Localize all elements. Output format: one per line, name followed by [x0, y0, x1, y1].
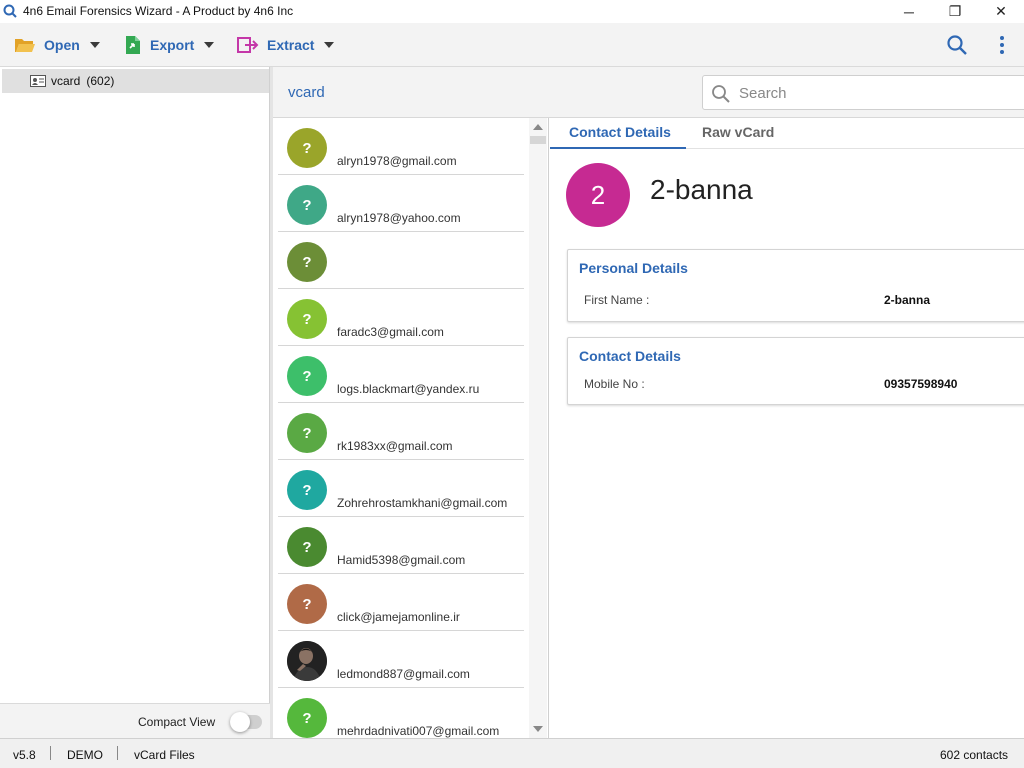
- folder-title: vcard: [288, 84, 325, 101]
- avatar: ?: [287, 584, 327, 624]
- contact-email: logs.blackmart@yandex.ru: [337, 382, 480, 396]
- list-scrollbar[interactable]: [529, 118, 547, 738]
- avatar: [287, 641, 327, 681]
- contact-count: 602 contacts: [940, 748, 1009, 762]
- contact-email: faradc3@gmail.com: [337, 325, 444, 339]
- folder-open-icon: [15, 39, 35, 52]
- avatar: ?: [287, 242, 327, 282]
- mobile-label: Mobile No :: [584, 377, 645, 391]
- list-item[interactable]: ? mehrdadnivati007@gmail.com: [278, 688, 524, 738]
- close-button[interactable]: ✕: [978, 0, 1024, 23]
- list-item[interactable]: ? rk1983xx@gmail.com: [278, 403, 524, 460]
- extract-button[interactable]: Extract: [237, 33, 335, 57]
- contact-avatar: 2: [566, 163, 630, 227]
- list-item[interactable]: ?: [278, 232, 524, 289]
- window-title: 4n6 Email Forensics Wizard - A Product b…: [23, 4, 294, 18]
- scroll-down-icon[interactable]: [533, 726, 543, 732]
- card-title: Contact Details: [579, 348, 681, 364]
- avatar: ?: [287, 413, 327, 453]
- mode-label: DEMO: [67, 748, 103, 762]
- contact-name: 2-banna: [650, 174, 753, 205]
- list-item[interactable]: ? Zohrehrostamkhani@gmail.com: [278, 460, 524, 517]
- export-button[interactable]: Export: [124, 33, 215, 57]
- search-input[interactable]: [739, 82, 1019, 104]
- avatar: ?: [287, 698, 327, 738]
- more-options-icon[interactable]: [996, 34, 1008, 56]
- maximize-button[interactable]: ❐: [932, 0, 978, 23]
- extract-label: Extract: [267, 37, 315, 53]
- contact-details-card: Contact Details Mobile No : 09357598940: [567, 337, 1024, 405]
- contact-email: mehrdadnivati007@gmail.com: [337, 724, 500, 738]
- first-name-label: First Name :: [584, 293, 650, 307]
- folder-tree-pane: vcard (602) Compact View: [0, 67, 270, 738]
- avatar: ?: [287, 356, 327, 396]
- contact-email: alryn1978@gmail.com: [337, 154, 457, 168]
- list-header: vcard: [273, 67, 1024, 118]
- tab-contact-details[interactable]: Contact Details: [569, 124, 671, 149]
- export-label: Export: [150, 37, 195, 53]
- scroll-up-icon[interactable]: [533, 124, 543, 130]
- extract-icon: [237, 37, 259, 53]
- personal-details-card: Personal Details First Name : 2-banna: [567, 249, 1024, 322]
- app-logo-icon: [3, 4, 17, 18]
- vcard-icon: [30, 75, 46, 87]
- avatar: ?: [287, 128, 327, 168]
- avatar: ?: [287, 185, 327, 225]
- active-tab-indicator: [550, 147, 686, 149]
- minimize-button[interactable]: ─: [886, 0, 932, 23]
- contact-email: click@jamejamonline.ir: [337, 610, 460, 624]
- contact-email: Zohrehrostamkhani@gmail.com: [337, 496, 508, 510]
- card-title: Personal Details: [579, 260, 688, 276]
- search-box[interactable]: [702, 75, 1024, 110]
- status-divider: [50, 746, 51, 760]
- file-type-label: vCard Files: [134, 748, 195, 762]
- contact-email: Hamid5398@gmail.com: [337, 553, 466, 567]
- mobile-value: 09357598940: [884, 377, 958, 391]
- open-label: Open: [44, 37, 80, 53]
- chevron-down-icon[interactable]: [324, 42, 335, 48]
- compact-view-toggle[interactable]: [230, 712, 262, 732]
- open-button[interactable]: Open: [14, 33, 100, 57]
- search-icon[interactable]: [946, 34, 968, 56]
- contact-email: rk1983xx@gmail.com: [337, 439, 453, 453]
- avatar: ?: [287, 470, 327, 510]
- tree-item-label: vcard: [51, 74, 81, 88]
- version-label: v5.8: [13, 748, 36, 762]
- toolbar: Open Export Extract: [0, 23, 1024, 67]
- compact-view-label: Compact View: [138, 715, 216, 729]
- tree-item-vcard[interactable]: vcard (602): [2, 69, 269, 93]
- list-item[interactable]: ? click@jamejamonline.ir: [278, 574, 524, 631]
- title-bar: 4n6 Email Forensics Wizard - A Product b…: [0, 0, 1024, 23]
- export-file-icon: [126, 36, 140, 54]
- first-name-value: 2-banna: [884, 293, 931, 307]
- status-divider: [117, 746, 118, 760]
- status-bar: v5.8 DEMO vCard Files 602 contacts: [0, 738, 1024, 768]
- tab-raw-vcard[interactable]: Raw vCard: [702, 124, 774, 149]
- scroll-thumb[interactable]: [530, 136, 546, 144]
- compact-view-bar: Compact View: [0, 703, 270, 738]
- profile-photo-icon: [287, 641, 327, 681]
- chevron-down-icon[interactable]: [89, 42, 100, 48]
- list-item[interactable]: ? Hamid5398@gmail.com: [278, 517, 524, 574]
- list-item[interactable]: ? faradc3@gmail.com: [278, 289, 524, 346]
- list-item[interactable]: ? logs.blackmart@yandex.ru: [278, 346, 524, 403]
- toggle-knob[interactable]: [230, 712, 250, 732]
- avatar: ?: [287, 527, 327, 567]
- contact-email: ledmond887@gmail.com: [337, 667, 470, 681]
- avatar: ?: [287, 299, 327, 339]
- list-item[interactable]: ? alryn1978@yahoo.com: [278, 175, 524, 232]
- search-icon: [712, 85, 730, 103]
- contact-list: ? alryn1978@gmail.com ? alryn1978@yahoo.…: [273, 118, 549, 738]
- chevron-down-icon[interactable]: [204, 42, 215, 48]
- contact-email: alryn1978@yahoo.com: [337, 211, 461, 225]
- list-item[interactable]: ? alryn1978@gmail.com: [278, 118, 524, 175]
- tree-item-count: (602): [86, 74, 115, 88]
- contact-detail-pane: Contact Details Raw vCard 2 2-banna Pers…: [550, 118, 1024, 738]
- list-item[interactable]: ledmond887@gmail.com: [278, 631, 524, 688]
- tab-divider: [686, 148, 1024, 149]
